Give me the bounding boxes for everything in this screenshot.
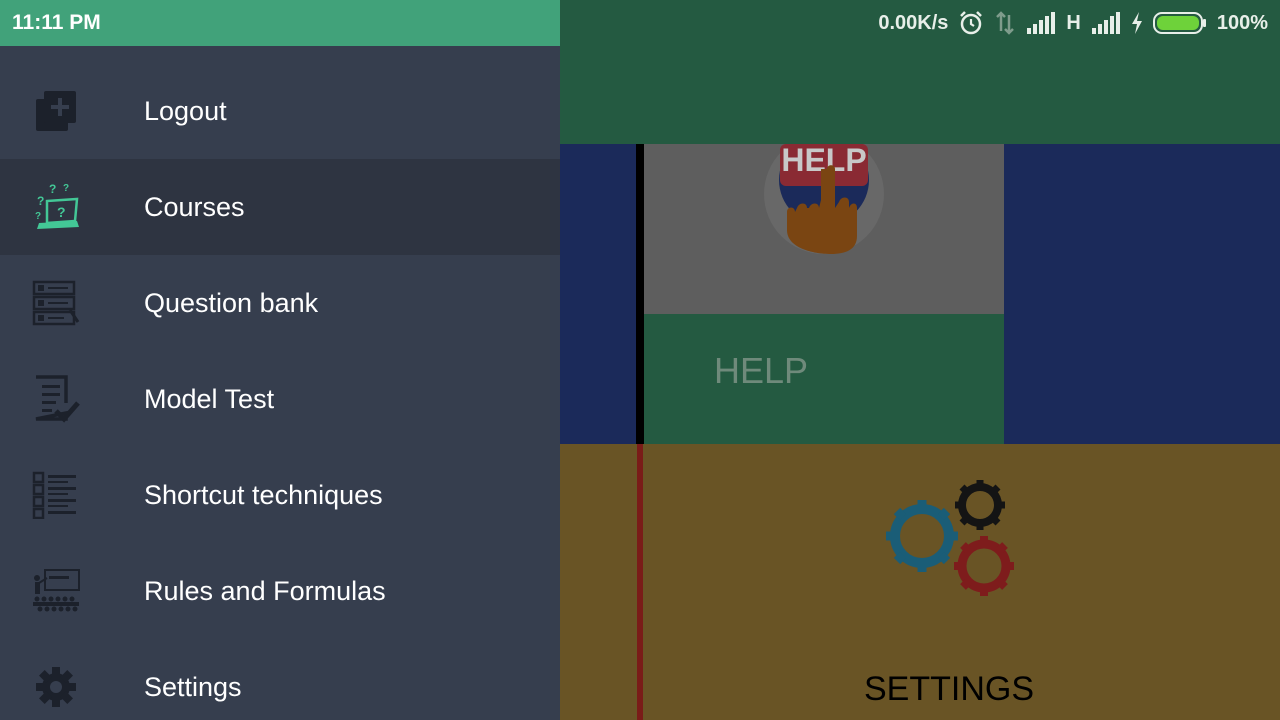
network-speed: 0.00K/s <box>878 11 949 34</box>
laptop-questions-icon: ????? <box>30 181 82 233</box>
add-to-library-icon <box>30 85 82 137</box>
gears-icon[interactable] <box>880 470 1030 610</box>
gear-icon <box>30 661 82 713</box>
status-bar: 11:11 PM 0.00K/s H 100% <box>0 0 1280 46</box>
drawer-item-logout[interactable]: Logout <box>0 63 560 159</box>
svg-text:?: ? <box>35 211 41 222</box>
card-divider <box>636 144 644 444</box>
bullet-list-icon <box>30 469 82 521</box>
drawer-item-model-test[interactable]: Model Test <box>0 351 560 447</box>
signal-icon <box>1026 12 1056 34</box>
classroom-board-icon <box>30 565 82 617</box>
drawer-item-courses[interactable]: ????? Courses <box>0 159 560 255</box>
drawer-item-label: Shortcut techniques <box>144 479 383 510</box>
help-card[interactable]: HELP HELP <box>644 144 1004 444</box>
drawer-item-shortcut-techniques[interactable]: Shortcut techniques <box>0 447 560 543</box>
navigation-drawer: Logout ????? Courses Question bank Model… <box>0 46 560 720</box>
drawer-item-settings[interactable]: Settings <box>0 639 560 720</box>
drawer-item-label: Courses <box>144 191 245 222</box>
charging-icon <box>1131 12 1143 34</box>
battery-icon <box>1152 11 1207 35</box>
help-image: HELP <box>644 144 1004 314</box>
status-time: 11:11 PM <box>12 11 101 34</box>
help-card-label: HELP <box>714 350 809 391</box>
svg-text:?: ? <box>63 183 69 194</box>
network-type: H <box>1066 11 1081 34</box>
checklist-icon <box>30 373 82 425</box>
drawer-item-label: Logout <box>144 95 227 126</box>
help-label-area: HELP <box>644 314 1004 444</box>
drawer-item-question-bank[interactable]: Question bank <box>0 255 560 351</box>
question-list-icon <box>30 277 82 329</box>
drawer-item-rules-and-formulas[interactable]: Rules and Formulas <box>0 543 560 639</box>
drawer-item-label: Rules and Formulas <box>144 575 386 606</box>
signal-icon-2 <box>1091 12 1121 34</box>
drawer-item-label: Question bank <box>144 287 319 318</box>
card-divider-red <box>637 444 643 720</box>
app-bar <box>560 46 1280 144</box>
drawer-item-label: Model Test <box>144 383 275 414</box>
svg-text:?: ? <box>37 194 44 208</box>
svg-text:?: ? <box>49 183 56 196</box>
drawer-item-label: Settings <box>144 671 242 702</box>
battery-percent: 100% <box>1216 11 1268 34</box>
data-transfer-icon <box>994 11 1016 35</box>
status-icons: 0.00K/s H 100% <box>878 0 1268 46</box>
alarm-icon <box>958 10 984 36</box>
svg-text:?: ? <box>57 204 66 220</box>
settings-card-label: SETTINGS <box>864 670 1035 708</box>
